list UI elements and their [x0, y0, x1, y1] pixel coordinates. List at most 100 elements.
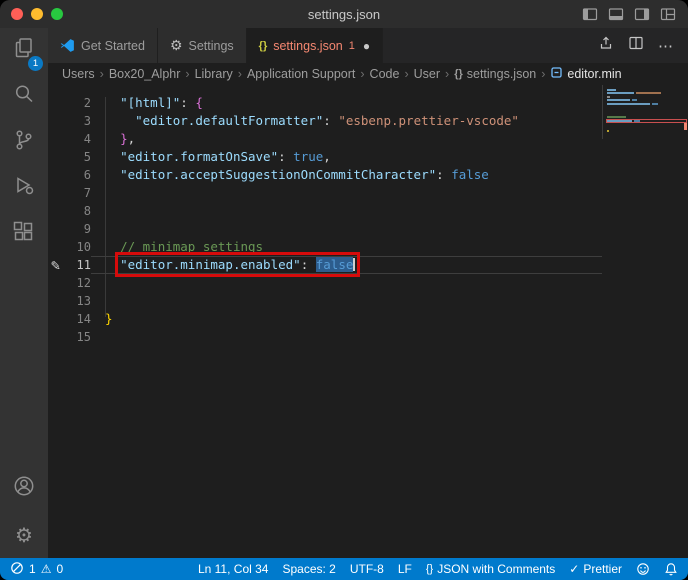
- breadcrumb-item[interactable]: Users: [62, 67, 95, 81]
- search-icon: [12, 82, 36, 112]
- breadcrumb-label: Application Support: [246, 67, 356, 81]
- breadcrumb-label: editor.min: [567, 67, 622, 81]
- line-number: 9: [83, 222, 91, 236]
- code-line[interactable]: 12: [48, 274, 602, 292]
- sidebar-item-run-debug[interactable]: [0, 166, 48, 212]
- minimap[interactable]: [602, 85, 688, 140]
- breadcrumb-separator: ›: [541, 67, 546, 81]
- breadcrumb-item[interactable]: {} settings.json: [454, 67, 536, 81]
- formatter-status[interactable]: ✓ Prettier: [569, 562, 622, 576]
- customize-layout-icon[interactable]: [660, 6, 676, 22]
- code-token: :: [278, 149, 294, 164]
- window-body: 1 ⚙ Get Started ⚙ Settings {} settings.j…: [0, 28, 688, 558]
- code-line[interactable]: 10 // minimap settings: [48, 238, 602, 256]
- tab-settings[interactable]: ⚙ Settings: [157, 28, 247, 63]
- code-line[interactable]: 3 "editor.defaultFormatter": "esbenp.pre…: [48, 112, 602, 130]
- line-content: "editor.defaultFormatter": "esbenp.prett…: [91, 112, 602, 130]
- close-window-button[interactable]: [11, 8, 23, 20]
- minimap-line: [607, 133, 686, 135]
- code-token: // minimap settings: [120, 239, 264, 254]
- sidebar-item-source-control[interactable]: [0, 120, 48, 166]
- line-number: 14: [76, 312, 91, 326]
- code-token: "editor.defaultFormatter": [135, 113, 324, 128]
- code-line[interactable]: 15: [48, 328, 602, 346]
- error-icon: [10, 561, 24, 578]
- minimap-segment: [607, 129, 609, 132]
- status-bar: 1 ⚠ 0 Ln 11, Col 34 Spaces: 2 UTF-8 LF {…: [0, 558, 688, 580]
- indentation-setting[interactable]: Spaces: 2: [282, 562, 335, 576]
- split-editor-icon[interactable]: [628, 35, 644, 56]
- end-of-line[interactable]: LF: [398, 562, 412, 576]
- feedback-icon[interactable]: [636, 562, 650, 576]
- line-content: "[html]": {: [91, 94, 602, 112]
- code-line[interactable]: 4 },: [48, 130, 602, 148]
- source-control-icon: [12, 128, 36, 158]
- breadcrumb-item[interactable]: editor.min: [550, 66, 622, 82]
- more-actions-icon[interactable]: ⋯: [658, 37, 674, 55]
- sidebar-item-search[interactable]: [0, 74, 48, 120]
- code-token: }: [105, 311, 113, 326]
- layout-controls: [582, 6, 688, 22]
- tab-get-started[interactable]: Get Started: [48, 28, 158, 63]
- tab-label: Settings: [188, 38, 234, 53]
- code-area[interactable]: 2 "[html]": {3 "editor.defaultFormatter"…: [48, 85, 602, 558]
- titlebar: settings.json: [0, 0, 688, 28]
- line-number: 2: [83, 96, 91, 110]
- line-content: [91, 292, 602, 310]
- code-token: :: [180, 95, 196, 110]
- sidebar-item-explorer[interactable]: 1: [0, 28, 48, 74]
- breadcrumb-separator: ›: [185, 67, 190, 81]
- minimize-window-button[interactable]: [31, 8, 43, 20]
- extensions-icon: [12, 220, 36, 250]
- code-line[interactable]: 11 "editor.minimap.enabled": false ✎: [48, 252, 602, 277]
- open-settings-ui-icon[interactable]: [598, 35, 614, 56]
- breadcrumb-item[interactable]: Code: [370, 67, 400, 81]
- code-line[interactable]: 6 "editor.acceptSuggestionOnCommitCharac…: [48, 166, 602, 184]
- accounts-button[interactable]: [0, 466, 48, 512]
- json-file-icon: {}: [258, 39, 268, 52]
- cursor-position[interactable]: Ln 11, Col 34: [198, 562, 269, 576]
- code-line[interactable]: 8: [48, 202, 602, 220]
- account-icon: [12, 474, 36, 504]
- line-number: 12: [76, 276, 91, 290]
- code-token: ,: [127, 131, 136, 146]
- breadcrumb-item[interactable]: Library: [195, 67, 233, 81]
- code-line[interactable]: 2 "[html]": {: [48, 94, 602, 112]
- minimap-segment: [607, 119, 632, 122]
- code-line[interactable]: 5 "editor.formatOnSave": true,: [48, 148, 602, 166]
- problems-indicator[interactable]: 1 ⚠ 0: [10, 561, 63, 578]
- toggle-panel-icon[interactable]: [608, 6, 624, 22]
- tab-settings-json[interactable]: {} settings.json 1 ●: [246, 28, 384, 63]
- minimap-segment: [632, 99, 637, 102]
- code-token: "esbenp.prettier-vscode": [338, 113, 519, 128]
- notifications-bell-icon[interactable]: [664, 562, 678, 576]
- language-mode[interactable]: {} JSON with Comments: [426, 562, 555, 576]
- breadcrumb-separator: ›: [445, 67, 450, 81]
- zoom-window-button[interactable]: [51, 8, 63, 20]
- code-line[interactable]: 14}: [48, 310, 602, 328]
- overview-ruler-error-mark: [684, 123, 687, 130]
- toggle-secondary-sidebar-icon[interactable]: [634, 6, 650, 22]
- breadcrumb-item[interactable]: User: [414, 67, 440, 81]
- code-token: "editor.formatOnSave": [120, 149, 279, 164]
- file-encoding[interactable]: UTF-8: [350, 562, 384, 576]
- line-number: 4: [83, 132, 91, 146]
- minimap-segment: [607, 95, 610, 98]
- code-line[interactable]: 13: [48, 292, 602, 310]
- breadcrumb-item[interactable]: Box20_Alphr: [109, 67, 181, 81]
- line-content: [91, 274, 602, 292]
- problems-badge: 1: [348, 39, 355, 52]
- language-label: JSON with Comments: [437, 562, 556, 576]
- tab-label: settings.json: [273, 38, 343, 53]
- sidebar-item-extensions[interactable]: [0, 212, 48, 258]
- code-line[interactable]: 9: [48, 220, 602, 238]
- manage-settings-button[interactable]: ⚙: [0, 512, 48, 558]
- breadcrumb-item[interactable]: Application Support: [247, 67, 355, 81]
- line-content: [91, 202, 602, 220]
- toggle-sidebar-icon[interactable]: [582, 6, 598, 22]
- breadcrumb-label: Code: [369, 67, 400, 81]
- code-line[interactable]: 7: [48, 184, 602, 202]
